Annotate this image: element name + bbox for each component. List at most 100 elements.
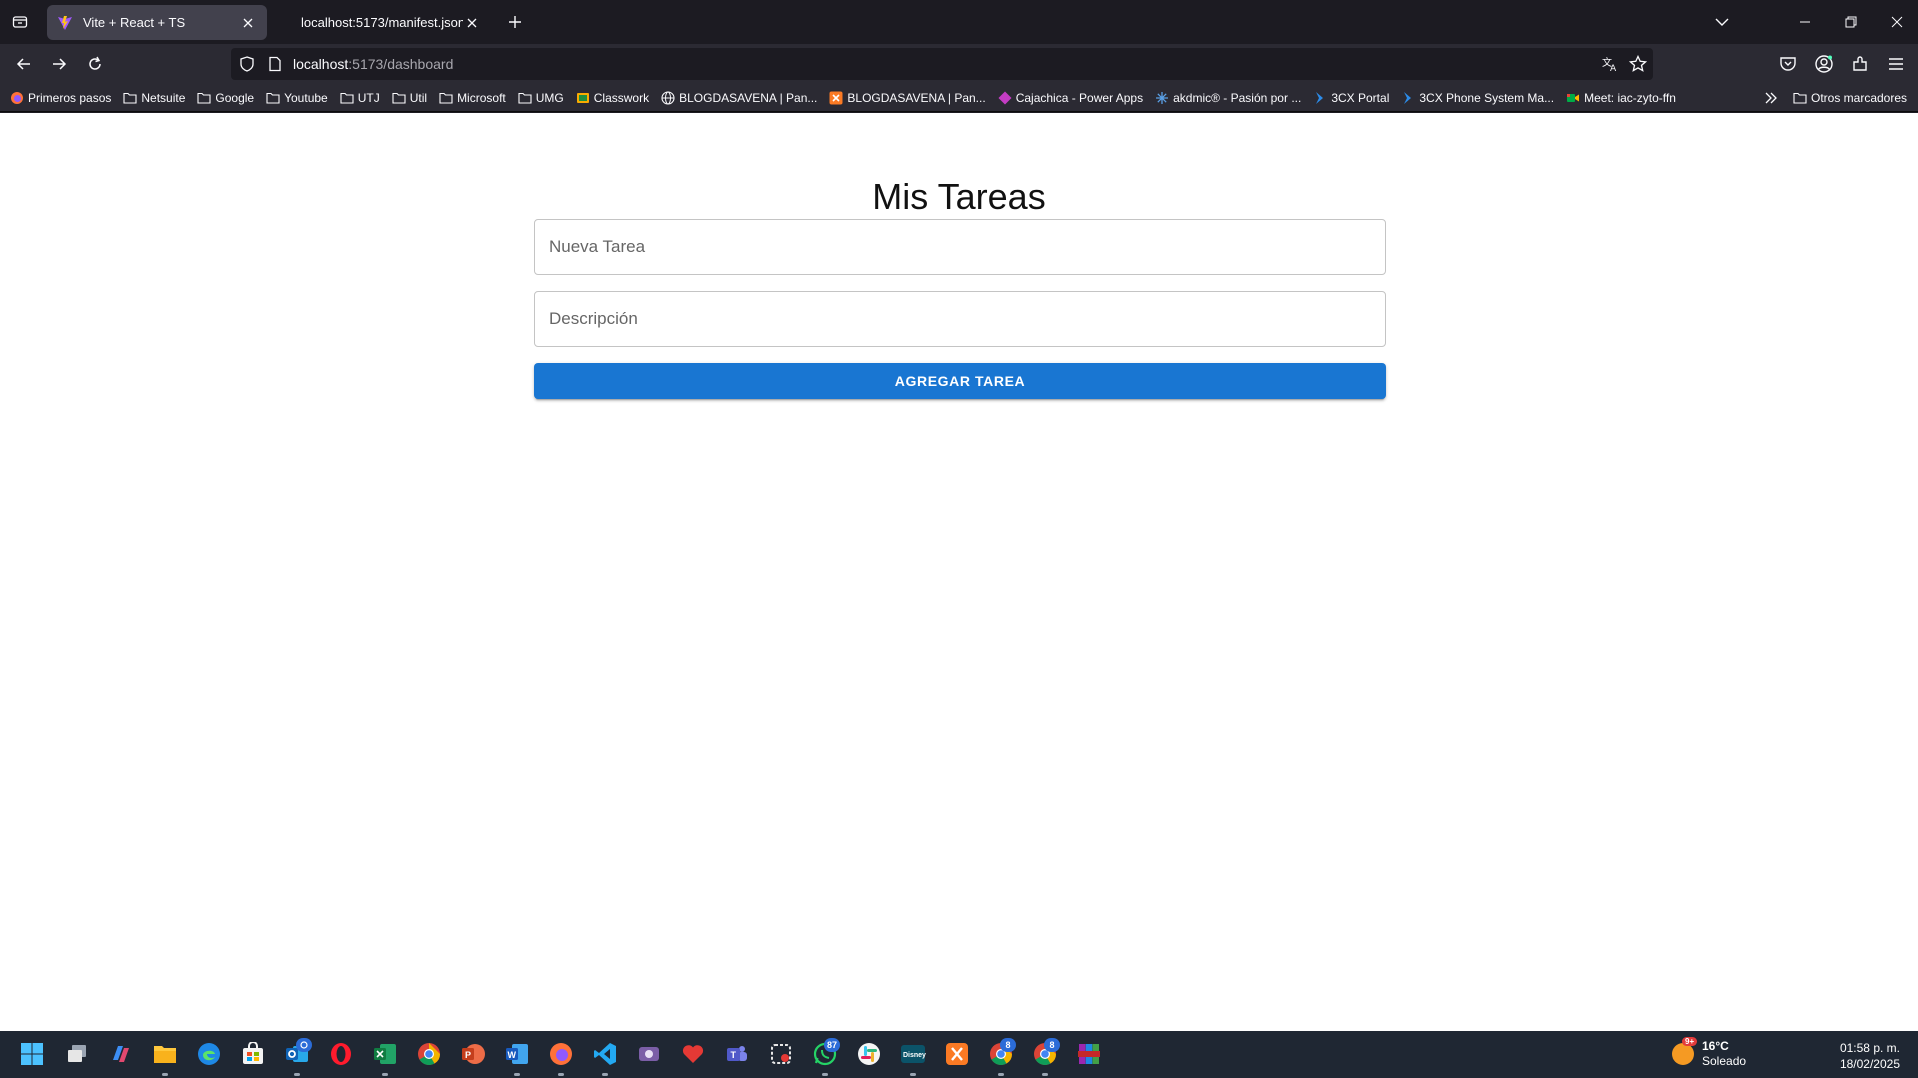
address-bar[interactable]: localhost:5173/dashboard 文A <box>231 48 1653 80</box>
firefox-view-button[interactable] <box>8 10 32 34</box>
forward-button[interactable] <box>45 50 73 78</box>
tracking-protection-icon[interactable] <box>239 56 255 72</box>
url-text: localhost:5173/dashboard <box>293 56 453 72</box>
taskbar-teams[interactable]: T <box>724 1041 750 1067</box>
bookmark-3cx-phone-system[interactable]: 3CX Phone System Ma... <box>1401 91 1554 105</box>
taskbar-heart-app[interactable] <box>680 1041 706 1067</box>
weather-widget[interactable]: 9+ 16°C Soleado <box>1672 1037 1746 1069</box>
bookmark-label: Cajachica - Power Apps <box>1015 91 1144 105</box>
chrome-badge: 8 <box>1000 1038 1016 1052</box>
bookmark-label: UTJ <box>357 91 380 105</box>
taskbar-excel[interactable] <box>372 1041 398 1067</box>
bookmark-folder-umg[interactable]: UMG <box>518 91 564 105</box>
account-icon[interactable] <box>1814 54 1834 74</box>
slack-icon <box>858 1043 880 1065</box>
weather-condition: Soleado <box>1702 1054 1747 1068</box>
taskbar-vscode[interactable] <box>592 1041 618 1067</box>
page-title: Mis Tareas <box>872 176 1046 217</box>
taskbar-screen-recorder[interactable] <box>636 1041 662 1067</box>
tab-close-button[interactable] <box>463 14 481 32</box>
sun-icon: 9+ <box>1672 1037 1698 1065</box>
chevron-down-icon <box>1715 18 1729 26</box>
bookmark-folder-netsuite[interactable]: Netsuite <box>123 91 185 105</box>
taskbar-opera[interactable] <box>328 1041 354 1067</box>
classroom-icon <box>576 91 590 105</box>
tab-manifest-json[interactable]: localhost:5173/manifest.json <box>281 5 491 40</box>
bookmark-blogdasavena-2[interactable]: BLOGDASAVENA | Pan... <box>829 91 986 105</box>
tab-close-button[interactable] <box>239 14 257 32</box>
close-icon <box>467 18 477 27</box>
edge-icon <box>198 1043 220 1065</box>
taskbar-snipping-tool[interactable] <box>768 1041 794 1067</box>
other-bookmarks-folder[interactable]: Otros marcadores <box>1793 84 1907 112</box>
start-button[interactable] <box>19 1041 45 1067</box>
taskbar-xampp[interactable] <box>944 1041 970 1067</box>
chevrons-right-icon[interactable] <box>1763 90 1779 106</box>
windows-icon <box>21 1043 43 1065</box>
svg-text:P: P <box>465 1050 471 1060</box>
taskbar-chrome[interactable] <box>416 1041 442 1067</box>
bookmark-folder-utj[interactable]: UTJ <box>340 91 380 105</box>
taskbar-powerpoint[interactable]: P <box>460 1041 486 1067</box>
bookmark-classwork[interactable]: Classwork <box>576 91 649 105</box>
bookmark-label: Google <box>215 91 255 105</box>
bookmark-folder-util[interactable]: Util <box>392 91 427 105</box>
weather-text: 16°C Soleado <box>1702 1039 1746 1069</box>
close-window-button[interactable] <box>1882 8 1912 36</box>
firefox-icon <box>550 1043 572 1065</box>
bookmark-akdmic[interactable]: akdmic® - Pasión por ... <box>1155 91 1301 105</box>
tab-vite-react[interactable]: Vite + React + TS <box>47 5 267 40</box>
page-info-icon[interactable] <box>267 56 283 72</box>
menu-icon[interactable] <box>1886 54 1906 74</box>
folder-icon <box>266 91 280 105</box>
bookmark-folder-microsoft[interactable]: Microsoft <box>439 91 506 105</box>
translate-icon[interactable]: 文A <box>1601 55 1619 73</box>
globe-icon <box>661 91 675 105</box>
bookmark-meet[interactable]: Meet: iac-zyto-ffn <box>1566 91 1676 105</box>
task-title-input[interactable] <box>535 220 1385 274</box>
task-view-button[interactable] <box>64 1041 90 1067</box>
running-indicator <box>1042 1073 1048 1076</box>
back-button[interactable] <box>10 50 38 78</box>
outlook-badge-icon <box>296 1038 312 1052</box>
restore-button[interactable] <box>1836 8 1866 36</box>
chrome-icon <box>418 1043 440 1065</box>
bookmark-blogdasavena-1[interactable]: BLOGDASAVENA | Pan... <box>661 91 817 105</box>
folder-icon <box>154 1046 176 1063</box>
arrow-right-icon <box>53 58 67 70</box>
add-task-button[interactable]: AGREGAR TAREA <box>534 363 1386 399</box>
xampp-icon <box>946 1043 968 1065</box>
task-description-input[interactable] <box>535 292 1385 346</box>
folder-icon <box>123 91 137 105</box>
taskbar-slack[interactable] <box>856 1041 882 1067</box>
new-tab-button[interactable] <box>503 10 527 34</box>
taskbar-copilot[interactable] <box>108 1041 134 1067</box>
bookmark-folder-youtube[interactable]: Youtube <box>266 91 328 105</box>
pocket-icon[interactable] <box>1778 54 1798 74</box>
taskbar-word[interactable]: W <box>504 1041 530 1067</box>
minimize-button[interactable] <box>1790 8 1820 36</box>
taskbar-disney-plus[interactable]: Disney+ <box>900 1041 926 1067</box>
taskbar-edge[interactable] <box>196 1041 222 1067</box>
bookmark-primeros-pasos[interactable]: Primeros pasos <box>10 91 111 105</box>
bookmark-folder-google[interactable]: Google <box>197 91 254 105</box>
taskbar-store[interactable] <box>240 1041 266 1067</box>
extensions-icon[interactable] <box>1850 54 1870 74</box>
system-clock[interactable]: 01:58 p. m. 18/02/2025 <box>1820 1040 1900 1072</box>
bookmark-label: Microsoft <box>457 91 506 105</box>
taskbar-winrar[interactable] <box>1076 1041 1102 1067</box>
excel-icon <box>374 1044 396 1064</box>
opera-icon <box>331 1043 351 1065</box>
taskbar-file-explorer[interactable] <box>152 1041 178 1067</box>
bookmark-cajachica[interactable]: Cajachica - Power Apps <box>998 91 1143 105</box>
bookmark-3cx-portal[interactable]: 3CX Portal <box>1313 91 1389 105</box>
taskbar-firefox[interactable] <box>548 1041 574 1067</box>
tab-title: localhost:5173/manifest.json <box>301 15 463 30</box>
reload-button[interactable] <box>81 50 109 78</box>
3cx-icon <box>1401 91 1415 105</box>
bookmark-label: Meet: iac-zyto-ffn <box>1584 91 1676 105</box>
powerpoint-icon: P <box>462 1044 485 1064</box>
list-all-tabs-button[interactable] <box>1710 10 1734 34</box>
bookmark-star-icon[interactable] <box>1629 55 1647 73</box>
meet-icon <box>1566 91 1580 105</box>
